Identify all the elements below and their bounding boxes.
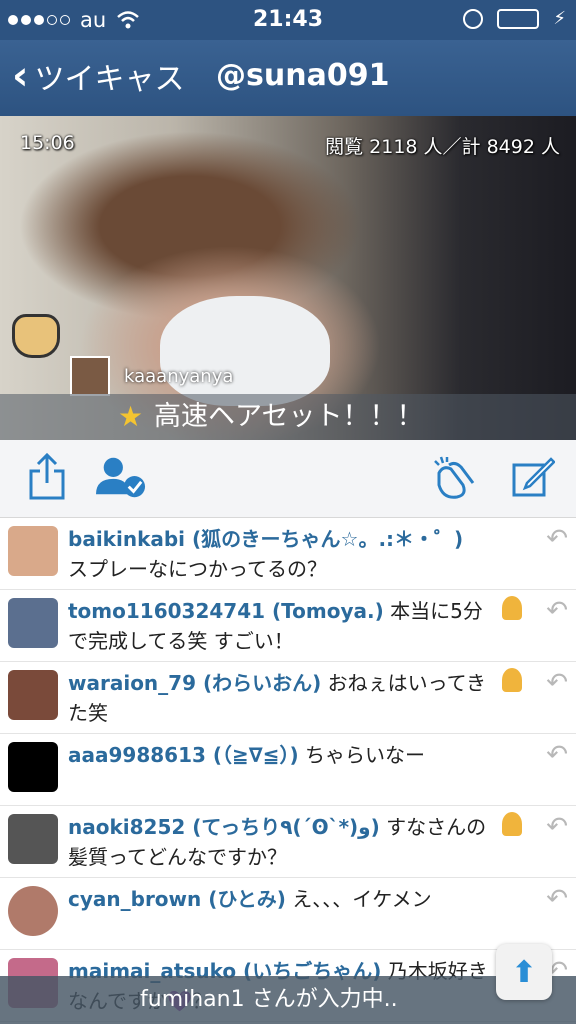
follow-button[interactable]	[96, 452, 146, 502]
page-title: @suna091	[216, 58, 390, 93]
comment-text: ちゃらいなー	[298, 743, 425, 767]
reply-icon[interactable]: ↶	[546, 884, 568, 914]
reply-icon[interactable]: ↶	[546, 812, 568, 842]
reply-icon[interactable]: ↶	[546, 668, 568, 698]
compose-button[interactable]	[508, 452, 558, 502]
view-count: 閲覧 2118 人／計 8492 人	[325, 136, 560, 158]
chevron-left-icon: ‹	[12, 53, 29, 99]
reply-icon[interactable]: ↶	[546, 524, 568, 554]
back-button[interactable]: ‹ ツイキャス	[12, 54, 184, 98]
typing-indicator: fumihan1 さんが入力中..	[0, 976, 576, 1024]
scroll-top-button[interactable]: ⬆	[496, 944, 552, 1000]
comment-row[interactable]: naoki8252 (てっちり٩(´ʘ`*)و) すなさんの髪質ってどんなですか…	[0, 806, 576, 878]
arrow-up-icon: ⬆	[511, 954, 537, 990]
comment-username[interactable]: baikinkabi (狐のきーちゃん☆。.:＊・゜)	[68, 527, 463, 551]
comment-text: え、、、イケメン	[285, 887, 432, 911]
follow-icon	[96, 457, 146, 498]
comment-list[interactable]: baikinkabi (狐のきーちゃん☆。.:＊・゜) スプレーなにつかってるの…	[0, 518, 576, 1024]
compose-icon	[512, 457, 555, 497]
comment-username[interactable]: aaa9988613 (（≧∇≦）)	[68, 743, 299, 767]
share-icon	[29, 453, 65, 500]
user-avatar[interactable]	[8, 886, 58, 936]
comment-body: aaa9988613 (（≧∇≦）) ちゃらいなー	[68, 740, 498, 770]
comment-body: cyan_brown (ひとみ) え、、、イケメン	[68, 884, 498, 914]
back-label: ツイキャス	[34, 62, 185, 97]
comment-row[interactable]: waraion_79 (わらいおん) おねぇはいってきた笑 ↶	[0, 662, 576, 734]
medal-icon	[502, 596, 522, 620]
user-avatar[interactable]	[8, 598, 58, 648]
comment-username[interactable]: tomo1160324741 (Tomoya.)	[68, 599, 384, 623]
broadcast-banner: ★ 高速ヘアセット！！！	[0, 394, 576, 440]
medal-icon	[502, 668, 522, 692]
live-video[interactable]: 15:06 閲覧 2118 人／計 8492 人 kaaanyanya ★ 高速…	[0, 116, 576, 440]
reply-icon[interactable]: ↶	[546, 740, 568, 770]
user-avatar[interactable]	[8, 814, 58, 864]
comment-body: tomo1160324741 (Tomoya.) 本当に5分で完成してる笑 すご…	[68, 596, 498, 656]
video-subject	[160, 296, 330, 406]
charging-icon: ⚡	[553, 8, 566, 29]
medal-icon	[502, 812, 522, 836]
banner-text: 高速ヘアセット！！！	[154, 401, 424, 432]
comment-text: スプレーなにつかってるの？	[68, 557, 327, 581]
status-bar: au 21:43 ⚡	[0, 0, 576, 40]
user-avatar[interactable]	[8, 670, 58, 720]
comment-body: naoki8252 (てっちり٩(´ʘ`*)و) すなさんの髪質ってどんなですか…	[68, 812, 498, 872]
commenter-name: kaaanyanya	[124, 366, 234, 387]
clap-button[interactable]	[430, 452, 480, 502]
nav-bar: ‹ ツイキャス @suna091	[0, 40, 576, 116]
comment-username[interactable]: waraion_79 (わらいおん)	[68, 671, 321, 695]
action-toolbar	[0, 440, 576, 518]
rotation-lock-icon	[463, 8, 484, 29]
user-avatar[interactable]	[8, 526, 58, 576]
comment-row[interactable]: tomo1160324741 (Tomoya.) 本当に5分で完成してる笑 すご…	[0, 590, 576, 662]
clap-icon	[434, 456, 475, 499]
share-button[interactable]	[22, 452, 72, 502]
status-right: ⚡	[463, 8, 566, 29]
comment-row[interactable]: cyan_brown (ひとみ) え、、、イケメン ↶	[0, 878, 576, 950]
commenter-avatar	[70, 356, 110, 396]
reply-icon[interactable]: ↶	[546, 596, 568, 626]
clap-overlay-icon	[12, 314, 60, 358]
comment-body: baikinkabi (狐のきーちゃん☆。.:＊・゜) スプレーなにつかってるの…	[68, 524, 498, 584]
comment-username[interactable]: naoki8252 (てっちり٩(´ʘ`*)و)	[68, 815, 380, 839]
comment-row[interactable]: baikinkabi (狐のきーちゃん☆。.:＊・゜) スプレーなにつかってるの…	[0, 518, 576, 590]
battery-icon	[497, 8, 540, 29]
comment-row[interactable]: aaa9988613 (（≧∇≦）) ちゃらいなー ↶	[0, 734, 576, 806]
elapsed-time: 15:06	[20, 132, 75, 154]
user-avatar[interactable]	[8, 742, 58, 792]
comment-body: waraion_79 (わらいおん) おねぇはいってきた笑	[68, 668, 498, 728]
star-icon: ★	[118, 400, 144, 433]
comment-username[interactable]: cyan_brown (ひとみ)	[68, 887, 286, 911]
